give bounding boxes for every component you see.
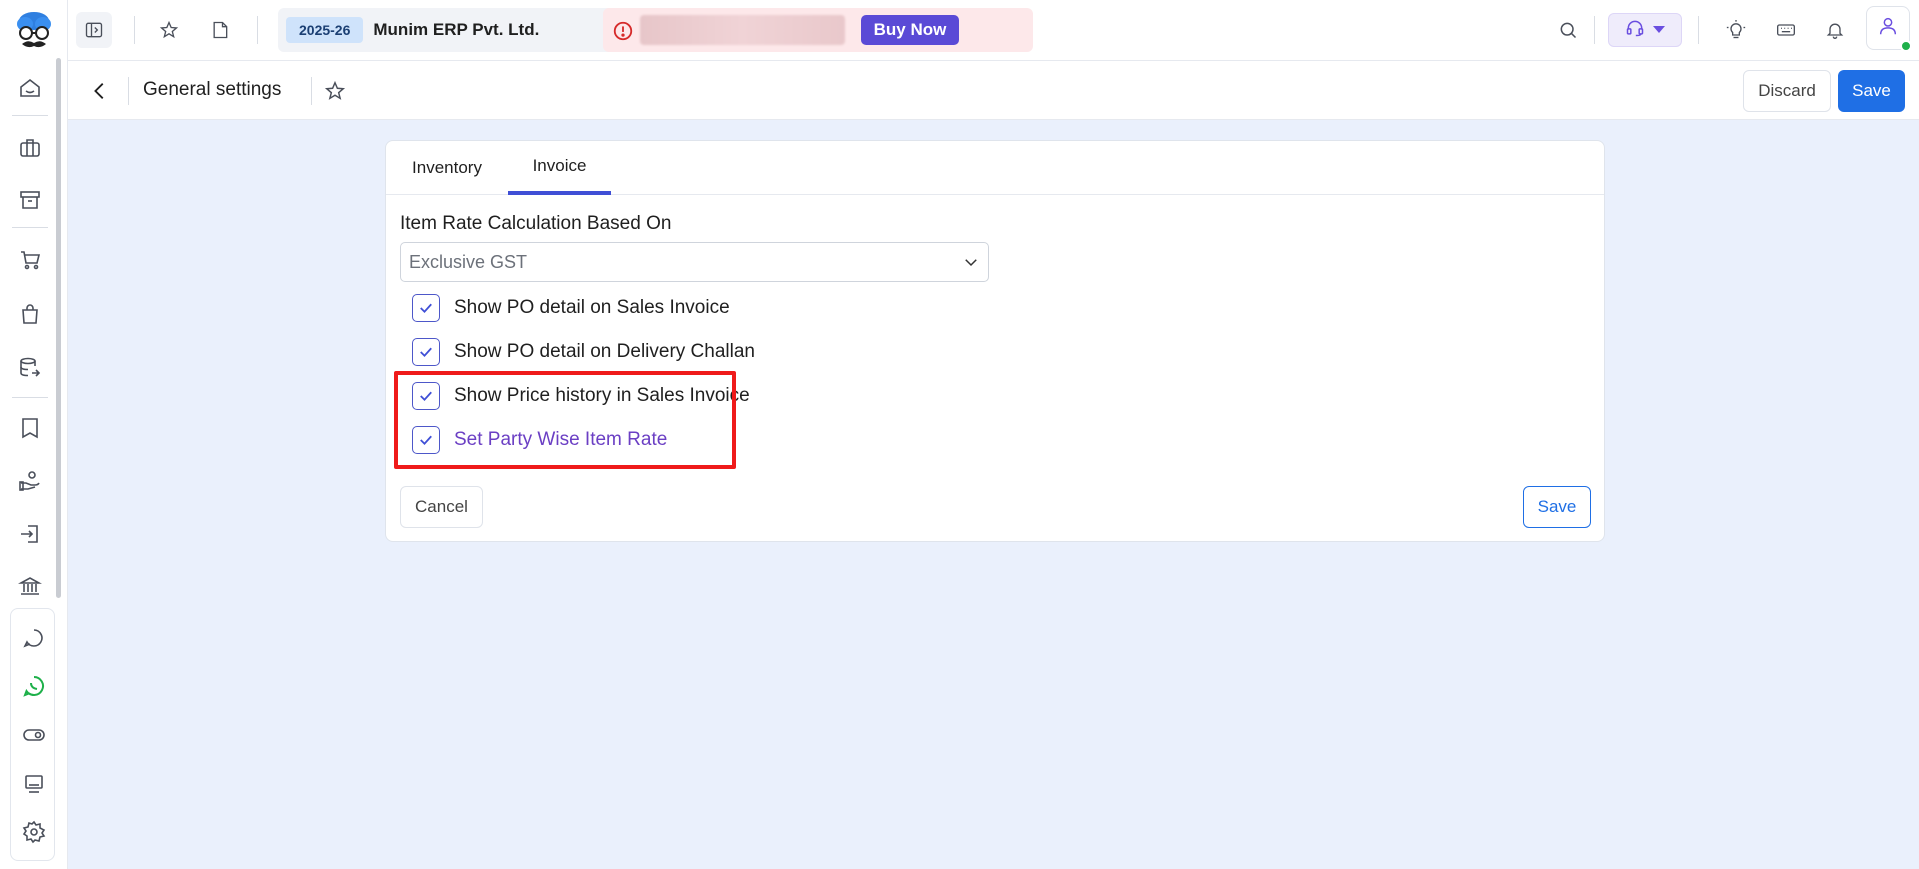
settings-card: Inventory Invoice Item Rate Calculation … (385, 140, 1605, 542)
tab-inventory[interactable]: Inventory (386, 141, 508, 195)
option-label: Show PO detail on Delivery Challan (454, 341, 755, 362)
monitor-icon[interactable] (20, 770, 48, 798)
top-bar: 2025-26 Munim ERP Pvt. Ltd. Buy Now (68, 0, 1919, 61)
back-arrow-icon[interactable] (87, 78, 113, 104)
user-profile-button[interactable] (1866, 6, 1912, 52)
page-title: General settings (143, 79, 282, 100)
checkbox-po-sales-invoice[interactable] (412, 294, 440, 322)
option-po-sales-invoice[interactable]: Show PO detail on Sales Invoice (412, 293, 730, 323)
whatsapp-icon[interactable] (20, 672, 48, 700)
headset-icon (1625, 18, 1645, 43)
discard-button[interactable]: Discard (1743, 70, 1831, 112)
gear-icon[interactable] (20, 818, 48, 846)
bank-icon[interactable] (16, 572, 44, 600)
search-icon[interactable] (1550, 12, 1586, 48)
star-icon[interactable] (151, 12, 187, 48)
database-export-icon[interactable] (16, 354, 44, 382)
sidebar-toggle-icon[interactable] (76, 12, 112, 48)
favorite-star-icon[interactable] (322, 78, 348, 104)
sidebar-scrollbar[interactable] (56, 58, 61, 598)
caret-down-icon (1653, 21, 1665, 39)
topbar-divider (1594, 16, 1595, 44)
sidebar (0, 0, 68, 869)
online-status-dot (1900, 40, 1912, 52)
form-save-button[interactable]: Save (1523, 486, 1591, 528)
option-po-delivery-challan[interactable]: Show PO detail on Delivery Challan (412, 337, 755, 367)
rate-calculation-value: Exclusive GST (409, 251, 528, 272)
note-icon[interactable] (202, 12, 238, 48)
rate-calculation-select[interactable]: Exclusive GST (400, 242, 989, 282)
header-divider (128, 77, 129, 105)
cart-icon[interactable] (16, 246, 44, 274)
briefcase-icon[interactable] (16, 134, 44, 162)
topbar-divider (134, 16, 135, 44)
app-logo[interactable] (14, 9, 54, 53)
rate-calculation-label: Item Rate Calculation Based On (400, 213, 672, 234)
company-name: Munim ERP Pvt. Ltd. (373, 20, 540, 39)
receipt-icon[interactable] (16, 414, 44, 442)
tab-invoice[interactable]: Invoice (508, 141, 611, 195)
alert-circle-icon (612, 20, 634, 42)
highlight-annotation-box (394, 371, 736, 469)
sidebar-divider (12, 227, 48, 228)
cancel-button[interactable]: Cancel (400, 486, 483, 528)
header-divider (311, 77, 312, 105)
keyboard-icon[interactable] (1768, 12, 1804, 48)
lightbulb-icon[interactable] (1718, 12, 1754, 48)
checkmark-icon (420, 347, 432, 358)
alert-message-redacted (640, 15, 845, 45)
buy-now-button[interactable]: Buy Now (861, 15, 959, 45)
bell-icon[interactable] (1817, 12, 1853, 48)
option-label: Show PO detail on Sales Invoice (454, 297, 730, 318)
user-icon (1877, 15, 1899, 42)
subscription-alert: Buy Now (603, 8, 1033, 52)
topbar-divider (257, 16, 258, 44)
chat-icon[interactable] (20, 624, 48, 652)
checkbox-po-delivery-challan[interactable] (412, 338, 440, 366)
toggle-icon[interactable] (20, 721, 48, 749)
topbar-divider (1698, 16, 1699, 44)
home-icon[interactable] (16, 74, 44, 102)
login-icon[interactable] (16, 520, 44, 548)
support-menu[interactable] (1608, 13, 1682, 47)
save-button[interactable]: Save (1838, 70, 1905, 112)
checkmark-icon (420, 303, 432, 314)
company-selector[interactable]: 2025-26 Munim ERP Pvt. Ltd. (278, 8, 658, 52)
chevron-down-icon (962, 253, 980, 271)
page-header: General settings Discard Save (68, 61, 1919, 120)
settings-tabs: Inventory Invoice (386, 141, 1604, 195)
sidebar-divider (12, 115, 48, 116)
archive-icon[interactable] (16, 186, 44, 214)
sidebar-divider (12, 397, 48, 398)
hand-coins-icon[interactable] (16, 467, 44, 495)
shopping-bag-icon[interactable] (16, 300, 44, 328)
financial-year-badge: 2025-26 (286, 17, 364, 43)
